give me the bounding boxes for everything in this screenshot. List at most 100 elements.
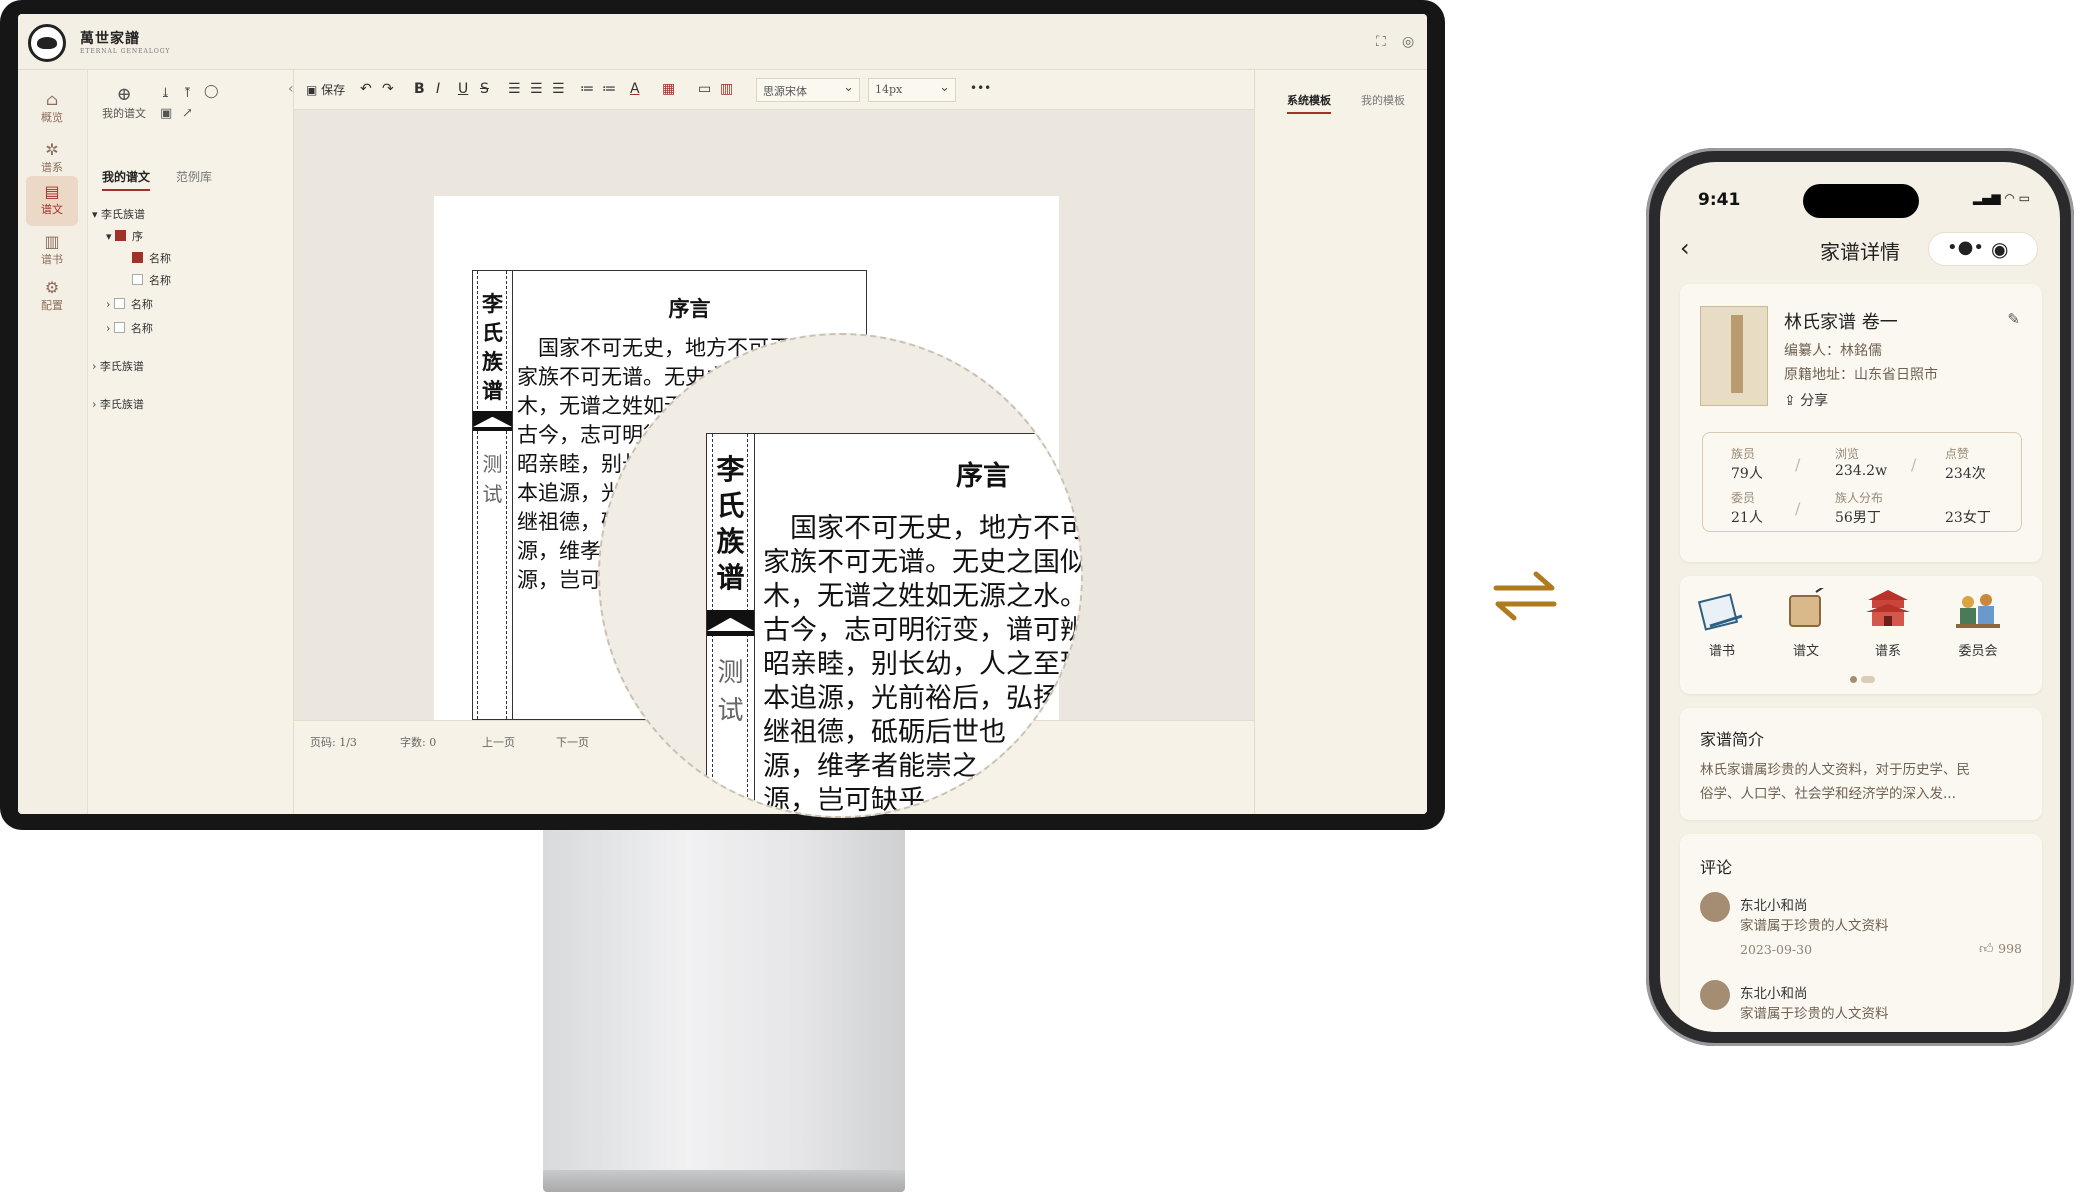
more-icon[interactable]: •●•	[1947, 237, 1984, 258]
table-icon[interactable]: ▥	[720, 81, 733, 97]
spine-char: 族	[482, 349, 503, 374]
tree-icon: ✲	[45, 140, 59, 159]
rail-label: 谱文	[41, 203, 63, 216]
clipboard-icon[interactable]: ▣	[160, 106, 172, 121]
tree-node-name[interactable]: › 名称	[106, 296, 153, 312]
image-icon[interactable]: ▭	[698, 81, 711, 97]
new-document-button[interactable]: ⊕ 我的谱文	[102, 84, 146, 121]
background-color-icon[interactable]: ▦	[662, 81, 675, 97]
collapse-icon[interactable]: ‹	[288, 81, 294, 97]
tree-node-name[interactable]: 名称	[132, 272, 171, 288]
carousel-dot-active[interactable]	[1850, 676, 1857, 683]
ordered-list-icon[interactable]: ≔	[580, 81, 594, 97]
tree-node-name[interactable]: 名称	[132, 250, 171, 266]
phone-screen: 9:41 ▂▄▆ ◠ ▭ ‹ 家谱详情 •●• ◉ 林氏家谱 卷一 ✎ 编纂人：…	[1660, 162, 2060, 1032]
temple-icon[interactable]	[1862, 586, 1914, 630]
stat-value: 234次	[1945, 466, 1986, 482]
dynamic-island	[1803, 184, 1919, 218]
committee-icon[interactable]	[1952, 588, 2004, 632]
tree-node-label: 名称	[149, 274, 171, 287]
stat-label: 族人分布	[1835, 491, 1884, 505]
comment-date: 2023-09-30	[1740, 942, 1813, 957]
italic-button[interactable]: I	[436, 81, 440, 97]
monitor-stand-foot	[543, 1170, 905, 1192]
rail-item-config[interactable]: ⚙ 配置	[26, 272, 78, 322]
carousel-dot[interactable]	[1861, 676, 1875, 683]
checkbox[interactable]	[113, 298, 125, 309]
bullet-list-icon[interactable]: ≔	[602, 81, 616, 97]
rail-item-overview[interactable]: ⌂ 概览	[26, 84, 78, 134]
font-size-select[interactable]: 14px	[868, 78, 956, 102]
share-label: 分享	[1800, 393, 1829, 409]
like-button[interactable]: 👍︎ 998	[1979, 940, 2022, 957]
font-color-button[interactable]: A	[630, 81, 640, 97]
more-options-icon[interactable]: •••	[970, 81, 991, 95]
magnified-page-frame: 李 氏 族 谱 测 试 序言 国家不可无史，地方不可 家族不可无谱。无史之国似 …	[706, 433, 1083, 816]
align-right-icon[interactable]: ☰	[552, 81, 565, 97]
settings-icon[interactable]: ◎	[1402, 34, 1414, 50]
text-line: 木，无谱之姓如无源之水。	[763, 581, 1083, 612]
book-scroll-icon[interactable]	[1696, 590, 1748, 634]
stats-box: 族员 79人 / 浏览 234.2w / 点赞 234次 委员 21人 / 族人…	[1702, 432, 2022, 532]
tree-node-root[interactable]: ▾ 李氏族谱	[92, 206, 145, 222]
spine-char: 谱	[482, 378, 503, 403]
rail-item-book[interactable]: ▥ 谱书	[26, 226, 78, 276]
tree-node-root[interactable]: › 李氏族谱	[92, 396, 144, 412]
spine-chevron-notch	[707, 618, 754, 631]
font-family-value: 思源宋体	[763, 85, 807, 98]
tab-system-templates[interactable]: 系统模板	[1287, 92, 1331, 114]
intro-line: 林氏家谱属珍贵的人文资料，对于历史学、民	[1700, 762, 1970, 778]
download-icon[interactable]: ⤓	[160, 86, 171, 101]
share-button[interactable]: ⇪ 分享	[1784, 390, 1828, 410]
tree-node-root[interactable]: › 李氏族谱	[92, 358, 144, 374]
next-page-button[interactable]: 下一页	[556, 734, 589, 750]
checkbox-checked[interactable]	[115, 230, 127, 241]
tree-node-name[interactable]: › 名称	[106, 320, 153, 336]
book-title: 林氏家谱 卷一	[1784, 312, 1898, 333]
share-icon[interactable]: ↗	[182, 106, 193, 121]
comment-text: 家谱属于珍贵的人文资料	[1740, 1006, 1889, 1022]
comment-text: 家谱属于珍贵的人文资料	[1740, 918, 1889, 934]
close-circle-icon[interactable]: ◉	[1991, 237, 2008, 261]
stat-value: 234.2w	[1835, 463, 1888, 479]
font-family-select[interactable]: 思源宋体	[756, 78, 860, 102]
edit-icon[interactable]: ✎	[2007, 310, 2020, 328]
align-left-icon[interactable]: ☰	[508, 81, 521, 97]
spine-subtitle: 测 试	[707, 654, 754, 730]
editor-toolbar: ‹ ▣ 保存 ↶ ↷ B I U S ☰ ☰ ☰ ≔ ≔ A ▦ ▭ ▥ 思源宋…	[288, 70, 1254, 110]
tree-node-preface[interactable]: ▾ 序	[106, 228, 143, 244]
upload-icon[interactable]: ⤒	[182, 86, 193, 101]
rail-label: 谱系	[41, 161, 63, 174]
underline-button[interactable]: U	[458, 81, 468, 97]
spine-char: 试	[482, 482, 503, 506]
redo-icon[interactable]: ↷	[382, 81, 394, 97]
checkbox-checked[interactable]	[132, 252, 143, 263]
bold-button[interactable]: B	[414, 81, 425, 97]
text-line: 本追源，光前裕后，弘扬	[763, 683, 1060, 714]
spine-char: 族	[716, 525, 745, 558]
spine-char: 测	[717, 658, 744, 688]
strikethrough-button[interactable]: S	[480, 81, 489, 97]
page-spine: 李 氏 族 谱 测 试	[473, 271, 513, 719]
comments-title: 评论	[1700, 858, 1733, 877]
comment-icon[interactable]: ◯	[204, 84, 219, 99]
text-line: 继祖德，砥砺后世也	[763, 717, 1006, 748]
checkbox[interactable]	[132, 274, 143, 285]
undo-icon[interactable]: ↶	[360, 81, 372, 97]
prev-page-button[interactable]: 上一页	[482, 734, 515, 750]
align-center-icon[interactable]: ☰	[530, 81, 543, 97]
rail-label: 配置	[41, 299, 63, 312]
tab-my-documents[interactable]: 我的谱文	[102, 168, 151, 191]
save-button[interactable]: ▣ 保存	[306, 81, 345, 98]
tab-my-templates[interactable]: 我的模板	[1361, 92, 1405, 108]
text-line: 昭亲睦，别长幼，人之至理	[763, 649, 1083, 680]
fullscreen-icon[interactable]: ⛶	[1376, 34, 1386, 50]
rail-item-document[interactable]: ▤ 谱文	[26, 176, 78, 226]
scroll-icon[interactable]	[1780, 583, 1832, 632]
tab-examples[interactable]: 范例库	[176, 168, 212, 185]
left-rail: ⌂ 概览 ✲ 谱系 ▤ 谱文 ▥ 谱书 ⚙ 配置	[18, 70, 88, 814]
checkbox[interactable]	[113, 322, 125, 333]
text-line: 源，维孝者能崇之	[763, 751, 979, 782]
tree-node-label: 名称	[130, 322, 153, 335]
magnified-spine: 李 氏 族 谱 测 试	[707, 434, 755, 816]
